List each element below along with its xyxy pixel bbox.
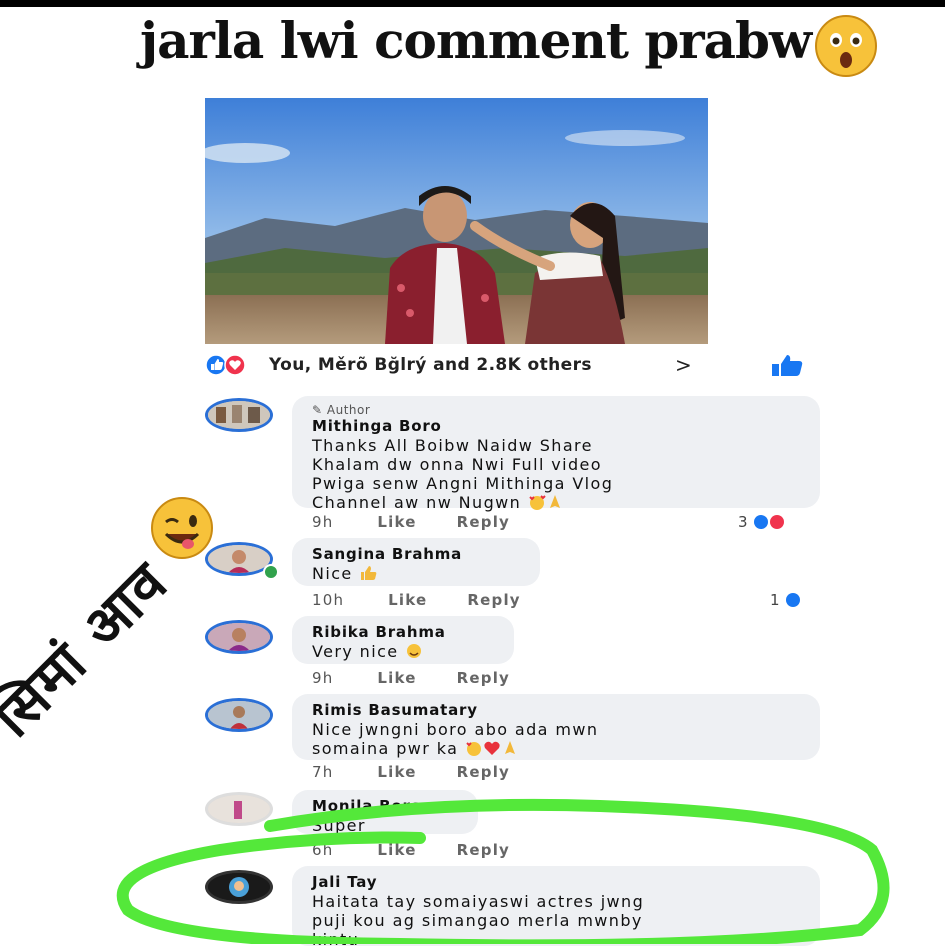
post-reactions-bar[interactable]: You, Měrõ Bğlrý and 2.8K others > [205, 350, 805, 380]
winking-tongue-emoji-icon [151, 497, 213, 559]
like-love-reaction-icon [205, 354, 246, 376]
reply-button[interactable]: Reply [457, 841, 510, 859]
comment-text: Nice jwngni boro abo ada mwn somaina pwr… [312, 720, 599, 758]
comment-bubble: Rimis Basumatary Nice jwngni boro abo ad… [292, 694, 820, 760]
post-photo[interactable] [205, 98, 708, 344]
online-status-dot [263, 564, 279, 580]
thumbs-up-emoji-icon [361, 566, 377, 580]
like-button[interactable]: Like [377, 513, 416, 531]
comment-time: 9h [312, 669, 334, 687]
comment-text: Super [312, 816, 366, 835]
smiling-hearts-emoji-icon [466, 742, 481, 756]
comment-bubble: Monila Boro Super [292, 790, 478, 835]
like-button[interactable]: Like [377, 669, 416, 687]
comment-actions: 9h Like Reply [312, 668, 544, 688]
comment-author-name[interactable]: Monila Boro [312, 797, 458, 816]
like-button[interactable]: Like [388, 591, 427, 609]
like-button[interactable]: Like [377, 841, 416, 859]
comment-reaction-count[interactable]: 1 [770, 590, 802, 610]
comment-bubble: Ribika Brahma Very nice [292, 616, 514, 664]
comment-author-name[interactable]: Sangina Brahma [312, 545, 520, 564]
comment-author-name[interactable]: Ribika Brahma [312, 623, 494, 642]
comment-time: 10h [312, 591, 345, 609]
hugging-face-emoji-icon [407, 644, 422, 658]
like-reaction-icon [786, 593, 801, 607]
reply-button[interactable]: Reply [457, 763, 510, 781]
folded-hands-emoji-icon [504, 741, 515, 754]
pencil-icon: ✎ [312, 403, 327, 417]
red-heart-emoji-icon [484, 741, 500, 755]
comment-time: 6h [312, 841, 334, 859]
avatar[interactable] [205, 870, 273, 904]
smiling-hearts-emoji-icon [528, 495, 546, 510]
comment-bubble: Jali Tay Haitata tay somaiyaswi actres j… [292, 866, 820, 949]
comment-actions: 7h Like Reply [312, 762, 544, 782]
comment-author-name[interactable]: Jali Tay [312, 873, 800, 892]
comment-text: Nice [312, 564, 520, 583]
reactions-summary[interactable]: You, Měrõ Bğlrý and 2.8K others [269, 352, 592, 378]
like-love-reaction-icon [754, 515, 785, 529]
comment-bubble: Sangina Brahma Nice [292, 538, 540, 586]
folded-hands-emoji-icon [549, 495, 560, 508]
comment-text: Thanks All Boibw Naidw Share Khalam dw o… [312, 436, 614, 512]
chevron-right-icon[interactable]: > [675, 352, 692, 378]
avatar[interactable] [205, 698, 273, 732]
reply-button[interactable]: Reply [467, 591, 520, 609]
comment-reaction-count[interactable]: 3 [738, 512, 788, 532]
like-button[interactable]: Like [377, 763, 416, 781]
comment-author-name[interactable]: Rimis Basumatary [312, 701, 800, 720]
avatar[interactable] [205, 620, 273, 654]
comment-time: 9h [312, 513, 334, 531]
astonished-emoji-icon [815, 15, 877, 77]
hindi-overlay-text: सिमां आव [0, 549, 182, 750]
comment-actions: 6h Like Reply [312, 840, 544, 860]
comment-bubble: ✎ Author Mithinga Boro Thanks All Boibw … [292, 396, 820, 512]
comment-text: Very nice [312, 642, 494, 661]
thumbs-up-icon[interactable] [770, 354, 806, 378]
headline: jarla lwi comment prabw [140, 11, 812, 70]
comment-actions: 9h Like Reply [312, 512, 544, 532]
comment-time: 7h [312, 763, 334, 781]
reply-button[interactable]: Reply [457, 513, 510, 531]
reply-button[interactable]: Reply [457, 669, 510, 687]
avatar[interactable] [205, 398, 273, 432]
comment-author-name[interactable]: Mithinga Boro [312, 417, 800, 436]
author-badge: ✎ Author [312, 403, 371, 417]
comment-actions: 10h Like Reply [312, 590, 555, 610]
avatar[interactable] [205, 792, 273, 826]
comment-text: Haitata tay somaiyaswi actres jwng puji … [312, 892, 645, 949]
